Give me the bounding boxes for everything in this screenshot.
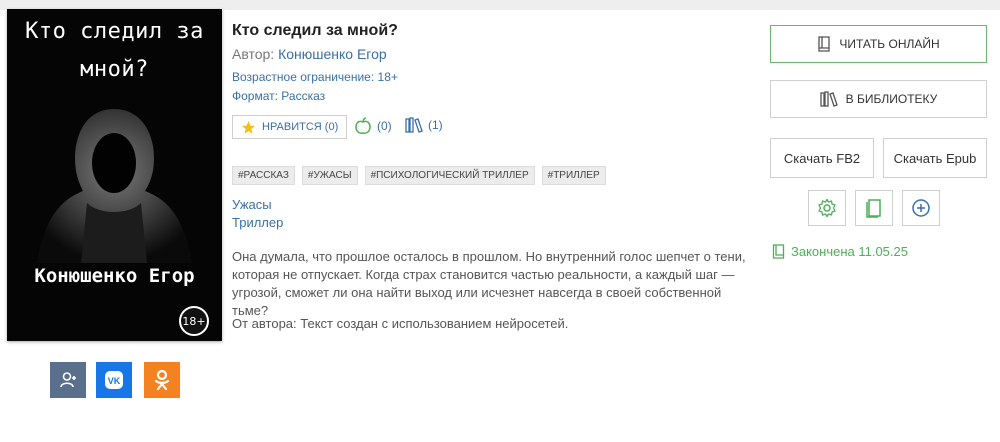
like-label: НРАВИТСЯ (0) xyxy=(262,121,339,133)
tag[interactable]: #РАССКАЗ xyxy=(232,166,295,185)
hooded-figure-illustration xyxy=(37,109,192,263)
books-icon xyxy=(820,91,838,107)
ok-share-button[interactable] xyxy=(144,362,180,398)
plus-icon xyxy=(912,199,930,217)
cover-title: Кто следил за мной? xyxy=(7,13,222,89)
book-icon xyxy=(866,199,881,218)
cover-author: Конюшенко Егор xyxy=(34,265,195,287)
like-button[interactable]: НРАВИТСЯ (0) xyxy=(232,115,348,139)
tag-list: #РАССКАЗ #УЖАСЫ #ПСИХОЛОГИЧЕСКИЙ ТРИЛЛЕР… xyxy=(232,166,606,185)
tag[interactable]: #ТРИЛЛЕР xyxy=(541,166,606,185)
book-icon xyxy=(818,36,830,52)
status-text: Закончена 11.05.25 xyxy=(791,244,908,259)
user-add-button[interactable] xyxy=(50,362,86,398)
book-page: Кто следил за мной? Конюшенко Егор 18+ V… xyxy=(0,0,1000,442)
genre-link[interactable]: Триллер xyxy=(232,215,283,230)
star-icon xyxy=(241,120,256,134)
age-restriction: Возрастное ограничение: 18+ xyxy=(232,70,398,84)
bookshelf-button[interactable] xyxy=(855,190,893,226)
download-epub-button[interactable]: Скачать Epub xyxy=(883,138,987,178)
apple-icon xyxy=(355,117,371,134)
book-format: Формат: Рассказ xyxy=(232,89,326,103)
age-badge: 18+ xyxy=(179,306,209,336)
apple-counter[interactable]: (0) xyxy=(354,117,392,135)
genre-link[interactable]: Ужасы xyxy=(232,197,272,212)
ok-icon xyxy=(154,369,170,391)
download-fb2-button[interactable]: Скачать FB2 xyxy=(770,138,874,178)
from-author-note: От автора: Текст создан с использованием… xyxy=(232,316,569,331)
library-count: (1) xyxy=(428,118,443,132)
cover-title-line2: мной? xyxy=(80,57,149,82)
tag[interactable]: #ПСИХОЛОГИЧЕСКИЙ ТРИЛЛЕР xyxy=(364,166,535,185)
books-icon xyxy=(405,117,423,133)
read-online-label: ЧИТАТЬ ОНЛАЙН xyxy=(839,37,940,51)
svg-text:VK: VK xyxy=(108,376,121,386)
author-label: Автор: xyxy=(232,46,279,62)
book-icon xyxy=(772,244,785,259)
book-cover[interactable]: Кто следил за мной? Конюшенко Егор 18+ xyxy=(7,9,222,341)
add-button[interactable] xyxy=(902,190,940,226)
user-add-icon xyxy=(60,372,76,388)
read-online-button[interactable]: ЧИТАТЬ ОНЛАЙН xyxy=(770,25,987,63)
vk-share-button[interactable]: VK xyxy=(96,362,132,398)
book-description: Она думала, что прошлое осталось в прошл… xyxy=(232,249,746,318)
tag[interactable]: #УЖАСЫ xyxy=(301,166,358,185)
to-library-label: В БИБЛИОТЕКУ xyxy=(845,92,938,106)
author-link[interactable]: Конюшенко Егор xyxy=(278,46,387,62)
cover-title-line1: Кто следил за xyxy=(25,19,204,44)
book-title: Кто следил за мной? xyxy=(232,22,398,39)
gear-icon xyxy=(818,198,836,218)
add-to-library-button[interactable]: В БИБЛИОТЕКУ xyxy=(770,80,987,118)
library-counter[interactable]: (1) xyxy=(405,117,443,133)
settings-button[interactable] xyxy=(808,190,846,226)
vk-icon: VK xyxy=(105,371,123,389)
apple-count: (0) xyxy=(377,119,392,133)
author-line: Автор: Конюшенко Егор xyxy=(232,46,387,62)
completion-status: Закончена 11.05.25 xyxy=(772,244,908,259)
